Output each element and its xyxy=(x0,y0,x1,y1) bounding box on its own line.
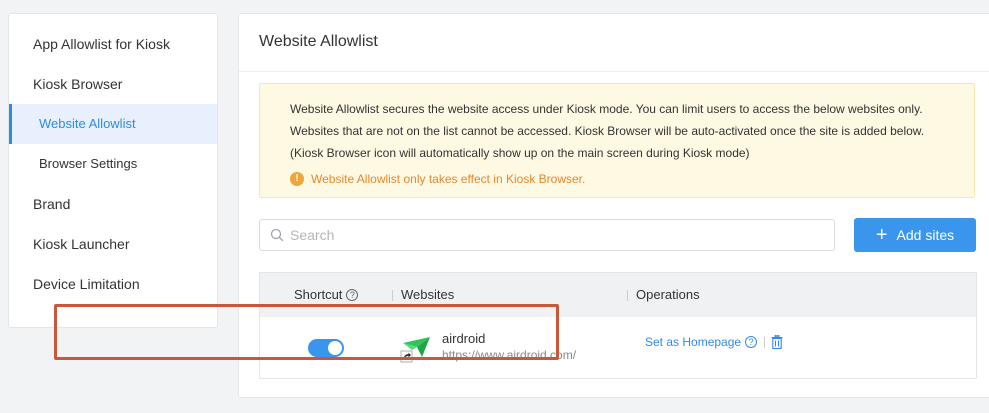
table-header: Shortcut? Websites Operations xyxy=(260,273,976,317)
notice-line-2: Websites that are not on the list cannot… xyxy=(290,124,925,138)
settings-sidebar: App Allowlist for Kiosk Kiosk Browser We… xyxy=(8,13,218,328)
sidebar-item-kiosk-launcher[interactable]: Kiosk Launcher xyxy=(9,224,217,264)
operations-divider xyxy=(764,337,765,348)
add-sites-button[interactable]: + Add sites xyxy=(854,218,976,252)
toggle-knob xyxy=(328,341,342,355)
sidebar-item-kiosk-browser[interactable]: Kiosk Browser xyxy=(9,64,217,104)
set-homepage-link[interactable]: Set as Homepage? xyxy=(645,335,758,349)
website-name: airdroid xyxy=(442,331,486,346)
sidebar-item-browser-settings[interactable]: Browser Settings xyxy=(9,144,217,184)
header-operations: Operations xyxy=(636,287,700,302)
search-icon xyxy=(270,228,284,242)
sidebar-item-device-limitation[interactable]: Device Limitation xyxy=(9,264,217,304)
page-title: Website Allowlist xyxy=(239,14,989,72)
shortcut-toggle[interactable] xyxy=(308,339,344,357)
sidebar-item-brand[interactable]: Brand xyxy=(9,184,217,224)
airdroid-logo-icon xyxy=(400,337,430,363)
add-sites-label: Add sites xyxy=(896,227,955,243)
websites-table: Shortcut? Websites Operations airdroid h… xyxy=(259,272,977,379)
sidebar-item-app-allowlist[interactable]: App Allowlist for Kiosk xyxy=(9,24,217,64)
warning-text: Website Allowlist only takes effect in K… xyxy=(311,172,586,186)
search-box xyxy=(259,219,835,251)
header-shortcut-label: Shortcut xyxy=(294,287,343,302)
main-panel: Website Allowlist Website Allowlist secu… xyxy=(238,13,989,398)
notice-line-1: Website Allowlist secures the website ac… xyxy=(290,102,923,116)
set-homepage-label: Set as Homepage xyxy=(645,335,742,349)
help-icon[interactable]: ? xyxy=(346,289,359,301)
header-divider xyxy=(627,290,628,301)
header-divider xyxy=(392,290,393,301)
search-input[interactable] xyxy=(290,227,810,243)
sidebar-item-website-allowlist[interactable]: Website Allowlist xyxy=(9,104,217,144)
notice-line-3: (Kiosk Browser icon will automatically s… xyxy=(290,146,750,160)
table-row: airdroid https://www.airdroid.com/ Set a… xyxy=(260,317,976,378)
header-websites: Websites xyxy=(401,287,455,302)
website-url: https://www.airdroid.com/ xyxy=(442,348,577,362)
notice-warning: ! Website Allowlist only takes effect in… xyxy=(290,168,944,190)
info-notice: Website Allowlist secures the website ac… xyxy=(259,83,975,198)
plus-icon: + xyxy=(875,224,888,246)
header-shortcut: Shortcut? xyxy=(294,273,359,317)
delete-icon[interactable] xyxy=(771,335,783,349)
warning-icon: ! xyxy=(290,172,304,186)
help-icon[interactable]: ? xyxy=(745,336,758,348)
